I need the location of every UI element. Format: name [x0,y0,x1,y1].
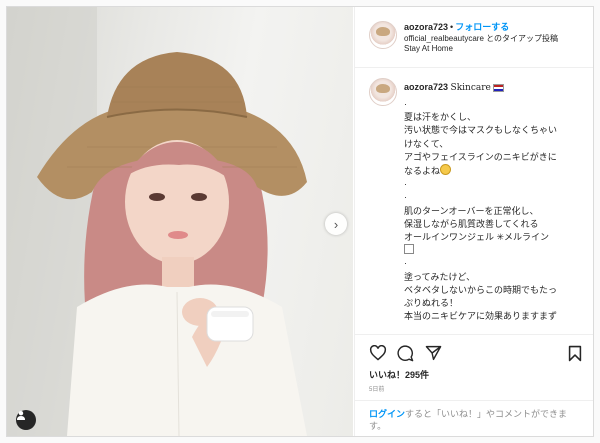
post-header: aozora723 • フォローする official_realbeautycare… [355,7,593,68]
caption-line-with-emoji: なるよね [404,164,586,178]
caption-line: 塗ってみたけど、 [404,271,476,282]
caption-line: 本当のニキビケアに効果ありますまず [404,311,558,322]
caption-line: 肌のターンオーバーを正常化し、 [404,205,539,216]
flag-emoji-icon [492,83,504,92]
follow-button[interactable]: フォローする [455,22,509,32]
caption-line: · [404,192,407,203]
caption-line: けなくて、 [404,138,449,149]
caption-line: · [404,99,407,109]
caption-avatar[interactable] [369,78,397,106]
comment-button[interactable] [397,345,414,367]
header-user-line: aozora723 • フォローする [404,20,509,33]
caption-text: · 夏は汗をかくし、 汚い状態で今はマスクもしなくちゃい けなくて、 アゴやフェ… [404,98,586,323]
photo-illustration [7,7,307,436]
heart-icon [369,344,387,361]
next-photo-button[interactable]: › [325,213,347,235]
like-count[interactable]: いいね！295件 [369,368,429,381]
like-button[interactable] [369,344,387,366]
user-tag-icon [17,411,25,420]
caption-line-with-icon [404,244,586,257]
instagram-post-modal: › aozora723 • フォローする official_realbeautyca… [6,6,594,437]
caption-line: ベタベタしないからこの時期でもたっ [404,284,558,295]
caption-line: なるよね [404,166,441,177]
caption-area: aozora723 Skincare · 夏は汗をかくし、 汚い状態で今はマスク… [355,68,593,333]
post-sidebar: aozora723 • フォローする official_realbeautycare… [354,7,593,436]
memo-emoji-icon [404,244,414,255]
save-button[interactable] [568,345,582,367]
post-photo[interactable]: › [7,7,353,436]
tagged-users-button[interactable] [16,410,36,430]
bookmark-icon [568,345,582,362]
share-button[interactable] [425,345,442,366]
comment-icon [397,345,414,362]
login-prompt-text: ログインすると「いいね！」やコメントができます。 [369,408,584,432]
login-prompt: ログインすると「いいね！」やコメントができます。 [355,400,593,436]
avatar[interactable] [369,21,397,49]
paid-partnership-label[interactable]: official_realbeautycare とのタイアップ投稿 [404,33,558,44]
caption-line: オールインワンジェル ✳︎メルライン [404,232,550,243]
caption-line: 汚い状態で今はマスクもしなくちゃい [404,125,558,136]
caption-line: 保湿しながら肌質改善してくれる [404,218,539,229]
caption-username[interactable]: aozora723 [404,82,448,92]
caption-title: Skincare [450,83,491,93]
caption-line: ぷりぬれる！ [404,298,459,309]
separator-dot: • [450,22,454,32]
location-link[interactable]: Stay At Home [404,44,453,53]
post-timestamp[interactable]: 5日前 [369,384,384,393]
caption-line: 夏は汗をかくし、 [404,112,477,123]
chevron-right-icon: › [333,216,339,232]
share-icon [425,345,442,361]
login-link[interactable]: ログイン [369,409,405,419]
caption-line: アゴやフェイスラインのニキビがきに [404,151,557,162]
worried-face-emoji-icon [440,164,452,176]
caption-line: · [404,258,407,269]
caption-line: · [404,179,407,190]
caption-header: aozora723 Skincare [404,82,504,93]
header-username[interactable]: aozora723 [404,22,448,32]
